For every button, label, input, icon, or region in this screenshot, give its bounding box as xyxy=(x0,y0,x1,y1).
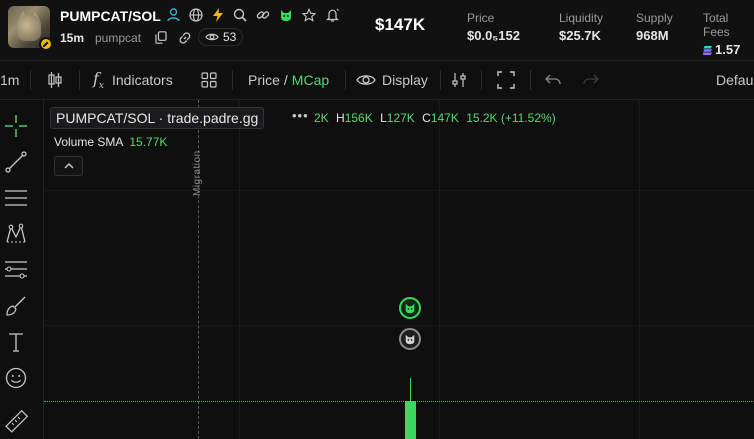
solana-icon xyxy=(703,46,712,55)
user-icon[interactable] xyxy=(166,8,180,22)
total-fees-amount: 1.57 xyxy=(715,42,741,57)
pair-title: PUMPCAT/SOL xyxy=(60,8,161,24)
stat-supply-value: 968M xyxy=(636,28,669,43)
stat-price: Price $0.0₅152 xyxy=(467,11,520,43)
lightning-icon[interactable] xyxy=(211,8,225,22)
grid-line xyxy=(44,325,754,326)
eye-icon xyxy=(205,33,219,41)
layouts-icon[interactable] xyxy=(201,61,217,99)
settings-sliders-icon[interactable] xyxy=(451,61,467,99)
pencil-badge-icon[interactable] xyxy=(39,37,53,51)
toolbar-divider xyxy=(345,70,346,90)
eye-icon xyxy=(356,75,376,85)
toolbar-divider xyxy=(481,70,482,90)
price-option[interactable]: Price xyxy=(248,72,280,88)
grid-line xyxy=(44,190,754,191)
stat-supply-label: Supply xyxy=(636,11,673,25)
stat-supply: Supply 968M xyxy=(636,11,673,43)
crosshair-icon[interactable] xyxy=(4,114,28,138)
brush-icon[interactable] xyxy=(4,294,28,318)
volume-sma-value: 15.77K xyxy=(129,135,168,149)
ohlc-high-label: H xyxy=(336,111,345,125)
grid-line xyxy=(439,100,440,439)
migration-text: Migration xyxy=(192,150,203,196)
search-icon[interactable] xyxy=(233,8,247,22)
token-age: 15m xyxy=(60,31,85,45)
share-link-icon[interactable] xyxy=(178,31,192,50)
link-icon[interactable] xyxy=(256,8,270,22)
display-label: Display xyxy=(382,72,428,88)
ohlc-low-value: 127K xyxy=(386,111,415,125)
chevron-up-icon xyxy=(64,163,73,169)
toolbar-divider xyxy=(232,70,233,90)
horizontal-lines-icon[interactable] xyxy=(4,186,28,210)
candlestick-icon[interactable] xyxy=(47,61,63,99)
price-mcap-toggle[interactable]: Price / MCap xyxy=(248,61,329,99)
indicators-button[interactable]: fx Indicators xyxy=(93,61,173,99)
redo-icon[interactable] xyxy=(583,61,599,99)
star-icon[interactable] xyxy=(302,8,316,22)
stat-total-fees-label: Total Fees xyxy=(703,11,730,39)
watchers-count: 53 xyxy=(223,30,237,44)
drawing-tools-sidebar xyxy=(0,100,44,439)
bell-icon[interactable] xyxy=(325,8,339,22)
candle-body xyxy=(405,401,416,439)
toolbar-divider xyxy=(79,70,80,90)
toggle-slash: / xyxy=(283,72,288,88)
stat-liquidity-label: Liquidity xyxy=(559,11,604,25)
ohlc-open-value: 2K xyxy=(314,111,329,125)
text-tool-icon[interactable] xyxy=(4,330,28,354)
stat-price-value: $0.0₅152 xyxy=(467,28,520,43)
ohlc-close-label: C xyxy=(422,111,431,125)
price-chart[interactable]: Migration PUMPCAT/SOL · trade.padre.gg •… xyxy=(44,100,754,439)
emoji-icon[interactable] xyxy=(4,366,28,390)
toolbar-divider xyxy=(530,70,531,90)
ohlc-change-value: 15.2K (+11.52%) xyxy=(466,111,556,125)
interval-selector[interactable]: 1m xyxy=(0,61,19,99)
fullscreen-icon[interactable] xyxy=(497,61,515,99)
watchers-badge[interactable]: 53 xyxy=(198,28,244,46)
indicators-label: Indicators xyxy=(112,72,173,88)
ohlc-high-value: 156K xyxy=(344,111,373,125)
globe-icon[interactable] xyxy=(189,8,203,22)
pattern-tool-icon[interactable] xyxy=(4,222,28,246)
volume-sma-label: Volume SMA xyxy=(54,135,124,149)
more-options-icon[interactable]: ••• xyxy=(292,108,309,123)
stat-liquidity: Liquidity $25.7K xyxy=(559,11,603,43)
grid-line xyxy=(639,100,640,439)
market-cap-value: $147K xyxy=(375,15,426,34)
current-price-line xyxy=(44,401,754,402)
ohlc-readout: 2K H156K L127K C147K 15.2K (+11.52%) xyxy=(314,111,556,125)
display-button[interactable]: Display xyxy=(356,61,428,99)
fib-retracement-icon[interactable] xyxy=(4,258,28,282)
ruler-icon[interactable] xyxy=(4,410,28,434)
stat-price-label: Price xyxy=(467,11,495,25)
dev-buy-marker-icon[interactable] xyxy=(399,297,421,319)
chart-toolbar: 1m fx Indicators Price / MCap Display De… xyxy=(0,60,754,100)
ohlc-low-label: L xyxy=(380,111,387,125)
ohlc-close-value: 147K xyxy=(430,111,459,125)
mcap-option[interactable]: MCap xyxy=(292,72,329,88)
cat-icon[interactable] xyxy=(279,8,293,22)
collapse-legend-button[interactable] xyxy=(54,156,83,176)
grid-line xyxy=(239,100,240,439)
token-header: PUMPCAT/SOL 15m pumpcat 53 $147K Price $… xyxy=(0,0,754,60)
stat-total-fees-value: 1.57 xyxy=(703,42,754,57)
token-ticker: pumpcat xyxy=(95,31,142,45)
trade-marker-icon[interactable] xyxy=(399,328,421,350)
stat-liquidity-value: $25.7K xyxy=(559,28,601,43)
toolbar-divider xyxy=(440,70,441,90)
layout-default-button[interactable]: Defau xyxy=(716,61,753,99)
toolbar-divider xyxy=(30,70,31,90)
function-icon: fx xyxy=(93,68,104,92)
trend-line-icon[interactable] xyxy=(4,150,28,174)
copy-icon[interactable] xyxy=(155,31,167,49)
stat-total-fees: Total Fees 1.57 xyxy=(703,11,754,57)
undo-icon[interactable] xyxy=(545,61,561,99)
chart-legend-pair[interactable]: PUMPCAT/SOL · trade.padre.gg xyxy=(50,107,265,129)
volume-sma-legend: Volume SMA 15.77K xyxy=(54,135,167,149)
